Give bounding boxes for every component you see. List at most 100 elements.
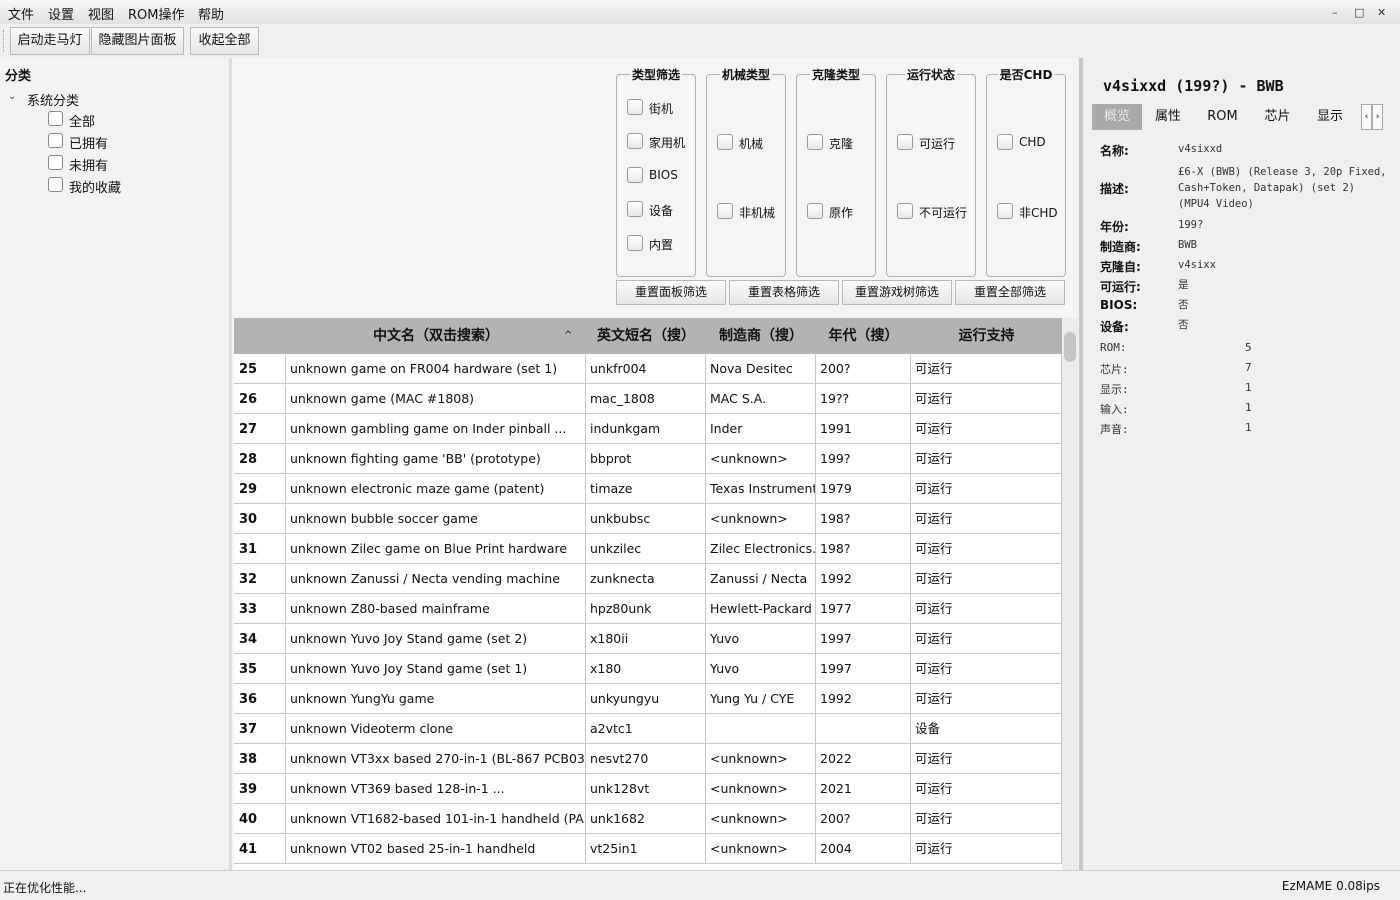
cell-year[interactable]: 200? — [816, 354, 911, 384]
cell-short-name[interactable]: unk128vt — [586, 774, 706, 804]
cell-short-name[interactable]: unkzilec — [586, 534, 706, 564]
cell-run-support[interactable]: 可运行 — [911, 384, 1062, 414]
tab-next-icon[interactable]: › — [1372, 104, 1383, 130]
cell-run-support[interactable]: 设备 — [911, 714, 1062, 744]
tab-properties[interactable]: 属性 — [1143, 104, 1193, 130]
cell-year[interactable] — [816, 714, 911, 744]
cell-year[interactable]: 1992 — [816, 684, 911, 714]
col-year[interactable]: 年代（搜） — [816, 318, 911, 354]
table-row[interactable]: 33 unknown Z80-based mainframe hpz80unk Hew… — [234, 594, 1062, 624]
scrollbar-thumb[interactable] — [1064, 332, 1076, 362]
cell-run-support[interactable]: 可运行 — [911, 624, 1062, 654]
minimize-icon[interactable]: – — [1332, 6, 1338, 19]
cell-short-name[interactable]: a2vtc1 — [586, 714, 706, 744]
filter-original-checkbox[interactable] — [807, 203, 823, 219]
cell-name[interactable]: unknown Z80-based mainframe — [286, 594, 586, 624]
tree-root-system[interactable]: 系统分类 — [27, 90, 79, 109]
table-row[interactable]: 37 unknown Videoterm clone a2vtc1 设备 — [234, 714, 1062, 744]
cell-name[interactable]: unknown VT02 based 25-in-1 handheld — [286, 834, 586, 864]
tree-item-not-owned[interactable]: 未拥有 — [69, 155, 108, 174]
cell-short-name[interactable]: zunknecta — [586, 564, 706, 594]
filter-non-chd-label[interactable]: 非CHD — [1019, 204, 1058, 221]
tab-overview[interactable]: 概览 — [1092, 104, 1142, 130]
table-row[interactable]: 41 unknown VT02 based 25-in-1 handheld vt2… — [234, 834, 1062, 864]
tab-chips[interactable]: 芯片 — [1251, 104, 1304, 130]
table-row[interactable]: 34 unknown Yuvo Joy Stand game (set 2) x18… — [234, 624, 1062, 654]
cell-manufacturer[interactable]: <unknown> — [706, 774, 816, 804]
cell-name[interactable]: unknown electronic maze game (patent) — [286, 474, 586, 504]
game-table[interactable]: 中文名（双击搜索） ^ 英文短名（搜） 制造商（搜） 年代（搜） 运行支持 25… — [234, 318, 1078, 870]
cell-manufacturer[interactable]: <unknown> — [706, 834, 816, 864]
cell-year[interactable]: 1997 — [816, 654, 911, 684]
cell-manufacturer[interactable]: Zilec Electronics... — [706, 534, 816, 564]
table-row[interactable]: 32 unknown Zanussi / Necta vending machin… — [234, 564, 1062, 594]
filter-device-checkbox[interactable] — [627, 201, 643, 217]
checkbox-favorites[interactable] — [48, 177, 63, 192]
filter-bios-checkbox[interactable] — [627, 167, 643, 183]
cell-year[interactable]: 200? — [816, 804, 911, 834]
menu-file[interactable]: 文件 — [8, 4, 34, 23]
cell-year[interactable]: 1977 — [816, 594, 911, 624]
filter-builtin-checkbox[interactable] — [627, 235, 643, 251]
tree-item-favorites[interactable]: 我的收藏 — [69, 177, 121, 196]
cell-year[interactable]: 198? — [816, 504, 911, 534]
table-row[interactable]: 36 unknown YungYu game unkyungyu Yung Yu / … — [234, 684, 1062, 714]
cell-year[interactable]: 2004 — [816, 834, 911, 864]
cell-short-name[interactable]: hpz80unk — [586, 594, 706, 624]
tab-rom[interactable]: ROM — [1195, 104, 1250, 130]
filter-console-checkbox[interactable] — [627, 133, 643, 149]
col-run-support[interactable]: 运行支持 — [911, 318, 1062, 354]
cell-manufacturer[interactable]: MAC S.A. — [706, 384, 816, 414]
filter-chd-checkbox[interactable] — [997, 134, 1013, 150]
table-row[interactable]: 25 unknown game on FR004 hardware (set 1)… — [234, 354, 1062, 384]
hide-image-panel-button[interactable]: 隐藏图片面板 — [91, 27, 184, 55]
cell-manufacturer[interactable]: <unknown> — [706, 744, 816, 774]
cell-name[interactable]: unknown Videoterm clone — [286, 714, 586, 744]
cell-name[interactable]: unknown Yuvo Joy Stand game (set 1) — [286, 654, 586, 684]
cell-run-support[interactable]: 可运行 — [911, 804, 1062, 834]
table-row[interactable]: 31 unknown Zilec game on Blue Print hardw… — [234, 534, 1062, 564]
collapse-all-button[interactable]: 收起全部 — [190, 27, 259, 55]
reset-tree-filter-button[interactable]: 重置游戏树筛选 — [842, 280, 952, 305]
table-scrollbar[interactable] — [1062, 318, 1078, 870]
filter-non-mechanical-label[interactable]: 非机械 — [739, 204, 775, 221]
cell-manufacturer[interactable]: Zanussi / Necta — [706, 564, 816, 594]
tab-display[interactable]: 显示 — [1305, 104, 1355, 130]
filter-original-label[interactable]: 原作 — [829, 204, 853, 221]
filter-mechanical-label[interactable]: 机械 — [739, 135, 763, 152]
filter-bios-label[interactable]: BIOS — [649, 168, 678, 182]
cell-manufacturer[interactable]: Hewlett-Packard — [706, 594, 816, 624]
cell-short-name[interactable]: unkfr004 — [586, 354, 706, 384]
table-row[interactable]: 30 unknown bubble soccer game unkbubsc <unk… — [234, 504, 1062, 534]
cell-short-name[interactable]: nesvt270 — [586, 744, 706, 774]
reset-panel-filter-button[interactable]: 重置面板筛选 — [616, 280, 726, 305]
cell-name[interactable]: unknown VT1682-based 101-in-1 handheld (… — [286, 804, 586, 834]
menu-view[interactable]: 视图 — [88, 4, 114, 23]
cell-manufacturer[interactable] — [706, 714, 816, 744]
filter-non-chd-checkbox[interactable] — [997, 203, 1013, 219]
cell-manufacturer[interactable]: Yuvo — [706, 654, 816, 684]
cell-run-support[interactable]: 可运行 — [911, 474, 1062, 504]
cell-name[interactable]: unknown VT3xx based 270-in-1 (BL-867 PCB… — [286, 744, 586, 774]
cell-name[interactable]: unknown fighting game 'BB' (prototype) — [286, 444, 586, 474]
cell-short-name[interactable]: bbprot — [586, 444, 706, 474]
filter-not-runnable-label[interactable]: 不可运行 — [919, 204, 967, 221]
cell-manufacturer[interactable]: Yung Yu / CYE — [706, 684, 816, 714]
filter-chd-label[interactable]: CHD — [1019, 135, 1046, 149]
maximize-icon[interactable]: □ — [1354, 6, 1364, 19]
filter-console-label[interactable]: 家用机 — [649, 134, 685, 151]
table-row[interactable]: 40 unknown VT1682-based 101-in-1 handheld… — [234, 804, 1062, 834]
cell-run-support[interactable]: 可运行 — [911, 444, 1062, 474]
cell-short-name[interactable]: unkbubsc — [586, 504, 706, 534]
cell-name[interactable]: unknown Yuvo Joy Stand game (set 2) — [286, 624, 586, 654]
cell-manufacturer[interactable]: Nova Desitec — [706, 354, 816, 384]
filter-device-label[interactable]: 设备 — [649, 202, 673, 219]
cell-name[interactable]: unknown Zilec game on Blue Print hardwar… — [286, 534, 586, 564]
table-row[interactable]: 28 unknown fighting game 'BB' (prototype)… — [234, 444, 1062, 474]
table-row[interactable]: 35 unknown Yuvo Joy Stand game (set 1) x18… — [234, 654, 1062, 684]
cell-run-support[interactable]: 可运行 — [911, 354, 1062, 384]
table-row[interactable]: 38 unknown VT3xx based 270-in-1 (BL-867 P… — [234, 744, 1062, 774]
cell-name[interactable]: unknown gambling game on Inder pinball .… — [286, 414, 586, 444]
cell-manufacturer[interactable]: <unknown> — [706, 804, 816, 834]
cell-run-support[interactable]: 可运行 — [911, 594, 1062, 624]
